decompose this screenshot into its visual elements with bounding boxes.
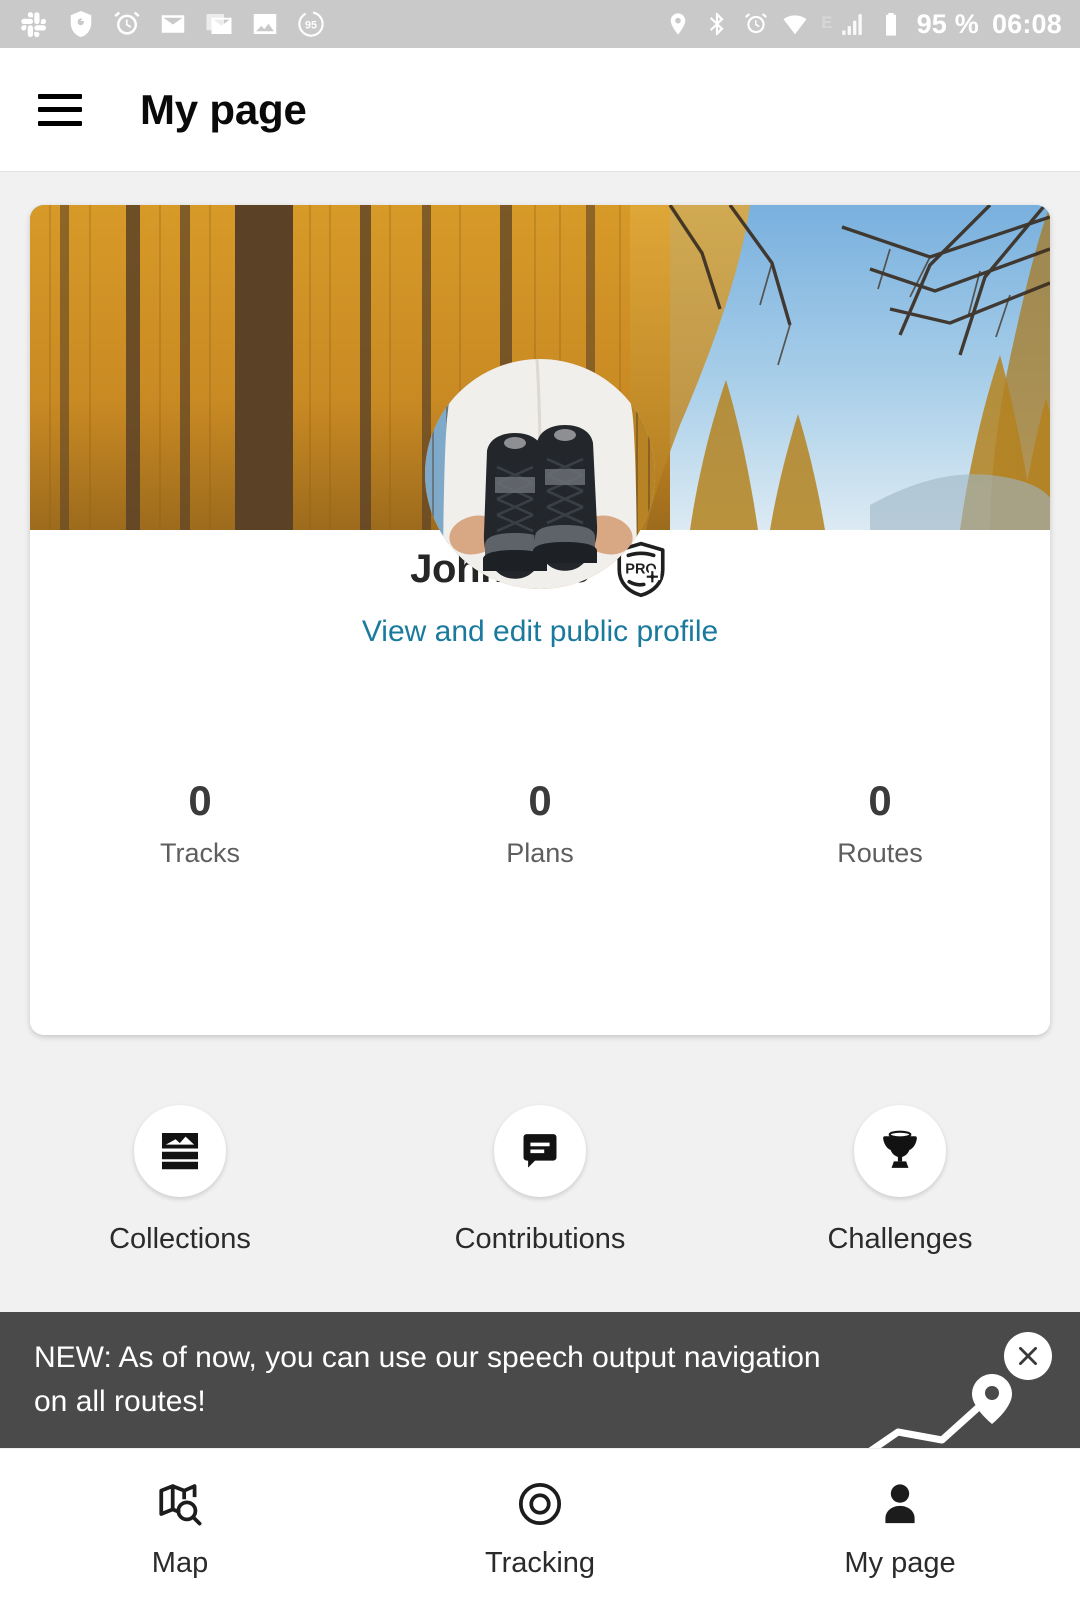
status-bar-right-icons: E 95 % 06:08 [665,9,1062,40]
slack-icon [20,9,50,39]
stat-tracks[interactable]: 0 Tracks [30,780,370,869]
battery-percent-circle-icon: 95 [296,9,326,39]
signal-bars-icon [839,11,865,37]
quick-action-label: Collections [109,1223,251,1255]
stat-label: Routes [837,838,923,868]
quick-action-circle [854,1105,946,1197]
battery-circle-label: 95 [305,20,317,32]
location-pin-icon [665,11,691,37]
nav-item-my-page[interactable]: My page [720,1449,1080,1620]
stat-value: 0 [528,777,552,824]
nav-item-map[interactable]: Map [0,1449,360,1620]
stat-value: 0 [868,777,892,824]
app-root: 95 E 95 % 06:08 My page John PRO View an… [0,0,1080,1620]
hamburger-line [38,93,82,99]
quick-actions: Collections Contributions Challenges [0,1105,1080,1256]
page-title: My page [140,85,307,133]
quick-action-challenges[interactable]: Challenges [720,1105,1080,1256]
quick-action-label: Challenges [827,1223,973,1255]
alarm-clock-icon [743,11,769,37]
alarm-clock-icon [112,9,142,39]
nav-label: My page [844,1547,956,1579]
tracking-target-icon [513,1477,567,1531]
mail-stack-icon [204,9,234,39]
edge-network-icon: E [821,12,833,32]
person-icon [873,1477,927,1531]
route-path-pin-icon [864,1370,1034,1448]
promo-banner[interactable]: NEW: As of now, you can use our speech o… [0,1312,1080,1448]
battery-percent-label: 95 % [916,8,979,39]
stat-label: Tracks [160,838,240,868]
hamburger-line [38,107,82,112]
nav-label: Map [151,1547,209,1579]
profile-card: John Doe PRO View and edit public profil… [30,205,1050,1035]
clock-label: 06:08 [991,8,1062,39]
stat-routes[interactable]: 0 Routes [710,780,1050,869]
status-bar: 95 E 95 % 06:08 [0,0,1080,48]
nav-item-tracking[interactable]: Tracking [360,1449,720,1620]
nav-label: Tracking [484,1547,596,1579]
mail-icon [158,9,188,39]
wifi-icon [782,11,808,37]
quick-action-circle [134,1105,226,1197]
avatar-image [425,359,655,589]
stat-plans[interactable]: 0 Plans [370,780,710,869]
battery-icon [878,11,904,37]
stat-label: Plans [506,838,574,868]
gallery-image-icon [250,9,280,39]
promo-banner-message: NEW: As of now, you can use our speech o… [34,1341,821,1418]
collections-icon [157,1128,203,1174]
hamburger-line [38,120,82,126]
shield-check-icon [66,9,96,39]
close-icon[interactable] [1004,1332,1052,1380]
quick-action-label: Contributions [454,1223,626,1255]
bottom-navigation: Map Tracking My page [0,1448,1080,1620]
status-bar-left-icons: 95 [20,9,326,39]
profile-stats: 0 Tracks 0 Plans 0 Routes [30,780,1050,869]
bluetooth-icon [704,11,730,37]
trophy-icon [877,1128,923,1174]
comment-bubble-icon [517,1128,563,1174]
app-bar: My page [0,48,1080,172]
map-search-icon [153,1477,207,1531]
quick-action-contributions[interactable]: Contributions [360,1105,720,1256]
avatar[interactable] [425,359,655,589]
quick-action-circle [494,1105,586,1197]
stat-value: 0 [188,777,212,824]
hamburger-menu-icon[interactable] [38,93,82,126]
view-edit-public-profile-link[interactable]: View and edit public profile [30,615,1050,649]
quick-action-collections[interactable]: Collections [0,1105,360,1256]
